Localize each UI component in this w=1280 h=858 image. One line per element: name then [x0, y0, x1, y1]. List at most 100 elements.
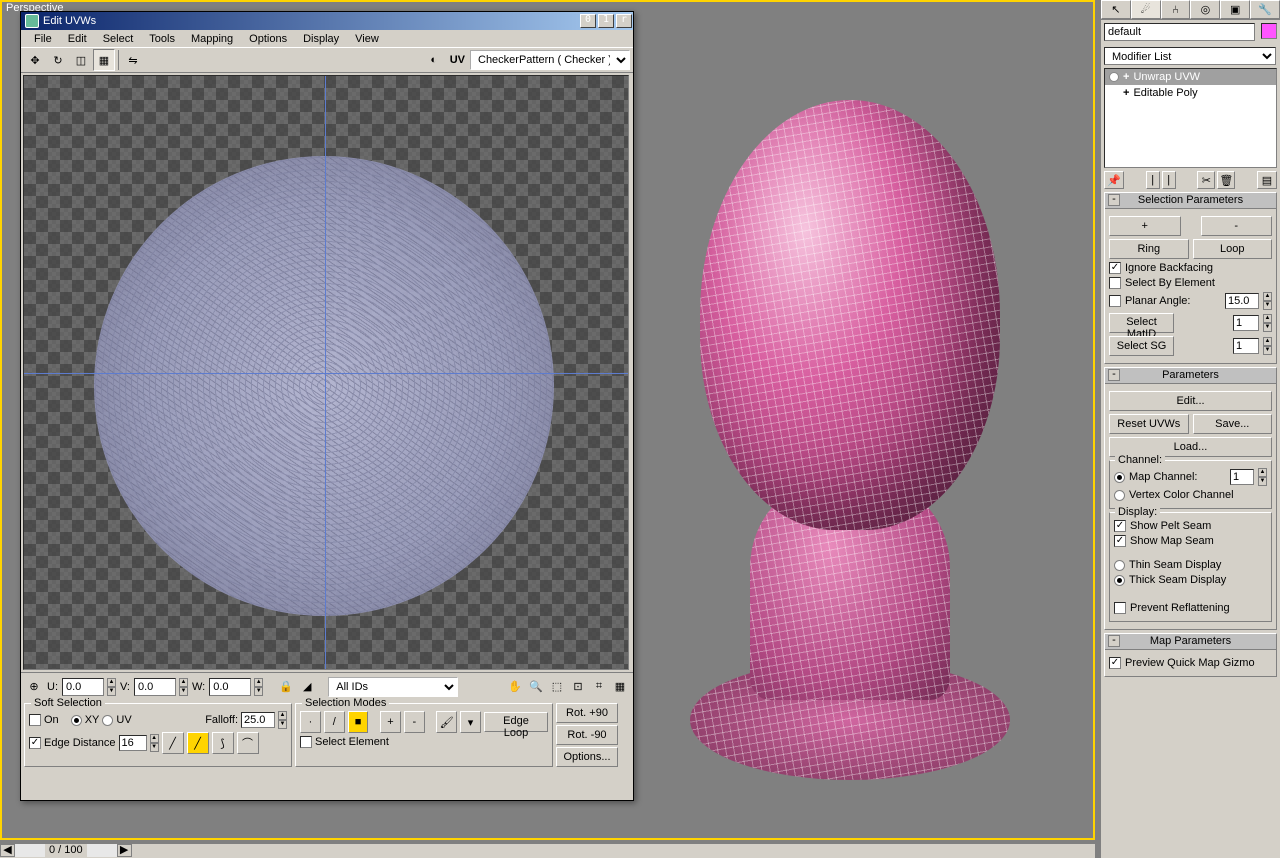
viewport-3d-head[interactable]	[640, 60, 1080, 810]
select-sg-button[interactable]: Select SG	[1109, 336, 1174, 356]
zoom-region-icon[interactable]: ⬚	[548, 678, 566, 696]
planar-angle-checkbox[interactable]	[1109, 295, 1121, 307]
rollout-header[interactable]: -Selection Parameters	[1105, 193, 1276, 209]
zoom-extents-icon[interactable]: ⊡	[569, 678, 587, 696]
prevent-reflattening-checkbox[interactable]	[1114, 602, 1126, 614]
mirror-icon[interactable]: ⇋	[122, 49, 144, 71]
rollout-header[interactable]: -Map Parameters	[1105, 634, 1276, 650]
u-field[interactable]	[62, 678, 104, 696]
tab-utilities-icon[interactable]: 🔧	[1250, 0, 1280, 19]
matid-spinner[interactable]: ▲▼	[1263, 314, 1272, 332]
time-slider[interactable]: ◀0 / 100▶	[0, 843, 1095, 858]
tab-create-icon[interactable]: ↖	[1101, 0, 1131, 19]
rotate-icon[interactable]: ↻	[47, 49, 69, 71]
sg-field[interactable]	[1233, 338, 1259, 354]
matid-field[interactable]	[1233, 315, 1259, 331]
select-by-element-checkbox[interactable]	[1109, 277, 1121, 289]
texture-dropdown[interactable]: CheckerPattern ( Checker )	[470, 50, 630, 70]
expand-icon[interactable]: +	[1123, 71, 1129, 83]
brush-icon[interactable]: ◢	[298, 678, 316, 696]
configure-sets-icon[interactable]: ▤	[1257, 171, 1277, 189]
maximize-button[interactable]: 1	[598, 14, 614, 28]
loop-button[interactable]: Loop	[1193, 239, 1273, 259]
edge-loop-button[interactable]: Edge Loop	[484, 712, 548, 732]
trash-icon[interactable]: 🗑	[1217, 171, 1235, 189]
tab-display-icon[interactable]: ▣	[1220, 0, 1250, 19]
softsel-on-checkbox[interactable]	[29, 714, 41, 726]
menu-view[interactable]: View	[348, 32, 386, 46]
grid-icon[interactable]: ▦	[611, 678, 629, 696]
lock-icon[interactable]: 🔒	[277, 678, 295, 696]
uv-canvas[interactable]	[23, 75, 629, 670]
edit-uvws-window[interactable]: Edit UVWs 0 1 r File Edit Select Tools M…	[20, 11, 634, 801]
scroll-right-icon[interactable]: ▶	[117, 844, 132, 857]
stack-item-unwrap[interactable]: + Unwrap UVW	[1105, 69, 1276, 85]
planar-spinner[interactable]: ▲▼	[1263, 292, 1272, 310]
thick-seam-radio[interactable]	[1114, 575, 1125, 586]
ring-button[interactable]: Ring	[1109, 239, 1189, 259]
tab-hierarchy-icon[interactable]: ⑃	[1161, 0, 1191, 19]
edgedist-checkbox[interactable]: ✓	[29, 737, 41, 749]
falloff-bubble-icon[interactable]: ⌒	[237, 732, 259, 754]
mapch-spinner[interactable]: ▲▼	[1258, 468, 1267, 486]
sg-spinner[interactable]: ▲▼	[1263, 337, 1272, 355]
abs-coord-icon[interactable]: ⊕	[25, 678, 43, 696]
stack-item-epoly[interactable]: + Editable Poly	[1105, 85, 1276, 101]
grow-button[interactable]: +	[380, 711, 401, 733]
menu-display[interactable]: Display	[296, 32, 346, 46]
softsel-uv-radio[interactable]	[102, 715, 113, 726]
falloff-field[interactable]	[241, 712, 275, 728]
v-field[interactable]	[134, 678, 176, 696]
map-channel-radio[interactable]	[1114, 472, 1125, 483]
object-name-field[interactable]	[1104, 23, 1255, 41]
w-spinner[interactable]: ▲▼	[254, 678, 263, 696]
planar-angle-field[interactable]	[1225, 293, 1259, 309]
select-matid-button[interactable]: Select MatID	[1109, 313, 1174, 333]
edit-button[interactable]: Edit...	[1109, 391, 1272, 411]
object-color-swatch[interactable]	[1261, 23, 1277, 39]
shrink-button[interactable]: -	[404, 711, 425, 733]
close-button[interactable]: r	[616, 14, 632, 28]
rollout-header[interactable]: -Parameters	[1105, 368, 1276, 384]
bulb-icon[interactable]	[1109, 72, 1119, 82]
show-map-icon[interactable]: ◐	[423, 49, 445, 71]
vertex-color-radio[interactable]	[1114, 490, 1125, 501]
scroll-left-icon[interactable]: ◀	[0, 844, 15, 857]
falloff-linear-icon[interactable]: ╱	[187, 732, 209, 754]
menu-options[interactable]: Options	[242, 32, 294, 46]
select-element-checkbox[interactable]	[300, 736, 312, 748]
menu-tools[interactable]: Tools	[142, 32, 182, 46]
ignore-backfacing-checkbox[interactable]: ✓	[1109, 262, 1121, 274]
rot-minus90-button[interactable]: Rot. -90	[556, 725, 618, 745]
freeform-icon[interactable]: ▦	[93, 49, 115, 71]
modifier-list-dropdown[interactable]: Modifier List	[1104, 47, 1276, 65]
ids-dropdown[interactable]: All IDs	[328, 677, 458, 697]
menu-select[interactable]: Select	[96, 32, 141, 46]
uv-label[interactable]: UV	[446, 49, 469, 71]
paint-options-icon[interactable]: ▾	[460, 711, 481, 733]
scale-icon[interactable]: ◫	[70, 49, 92, 71]
remove-modifier-icon[interactable]: ✂	[1197, 171, 1215, 189]
move-icon[interactable]: ✥	[24, 49, 46, 71]
save-button[interactable]: Save...	[1193, 414, 1273, 434]
v-spinner[interactable]: ▲▼	[179, 678, 188, 696]
show-pelt-seam-checkbox[interactable]: ✓	[1114, 520, 1126, 532]
make-unique-icon[interactable]: |	[1162, 171, 1176, 189]
zoom-icon[interactable]: 🔍	[527, 678, 545, 696]
edgedist-spinner[interactable]: ▲▼	[150, 734, 159, 752]
minus-button[interactable]: -	[1201, 216, 1273, 236]
preview-gizmo-checkbox[interactable]: ✓	[1109, 657, 1121, 669]
pan-icon[interactable]: ✋	[506, 678, 524, 696]
titlebar[interactable]: Edit UVWs 0 1 r	[21, 12, 633, 30]
options-button[interactable]: Options...	[556, 747, 618, 767]
pin-stack-icon[interactable]: 📌	[1104, 171, 1124, 189]
face-mode-icon[interactable]: ■	[348, 711, 369, 733]
tab-motion-icon[interactable]: ◎	[1190, 0, 1220, 19]
thin-seam-radio[interactable]	[1114, 560, 1125, 571]
menu-file[interactable]: File	[27, 32, 59, 46]
uv-island[interactable]	[94, 156, 554, 616]
modifier-stack[interactable]: + Unwrap UVW + Editable Poly	[1104, 68, 1277, 168]
map-channel-field[interactable]	[1230, 469, 1254, 485]
menu-edit[interactable]: Edit	[61, 32, 94, 46]
w-field[interactable]	[209, 678, 251, 696]
